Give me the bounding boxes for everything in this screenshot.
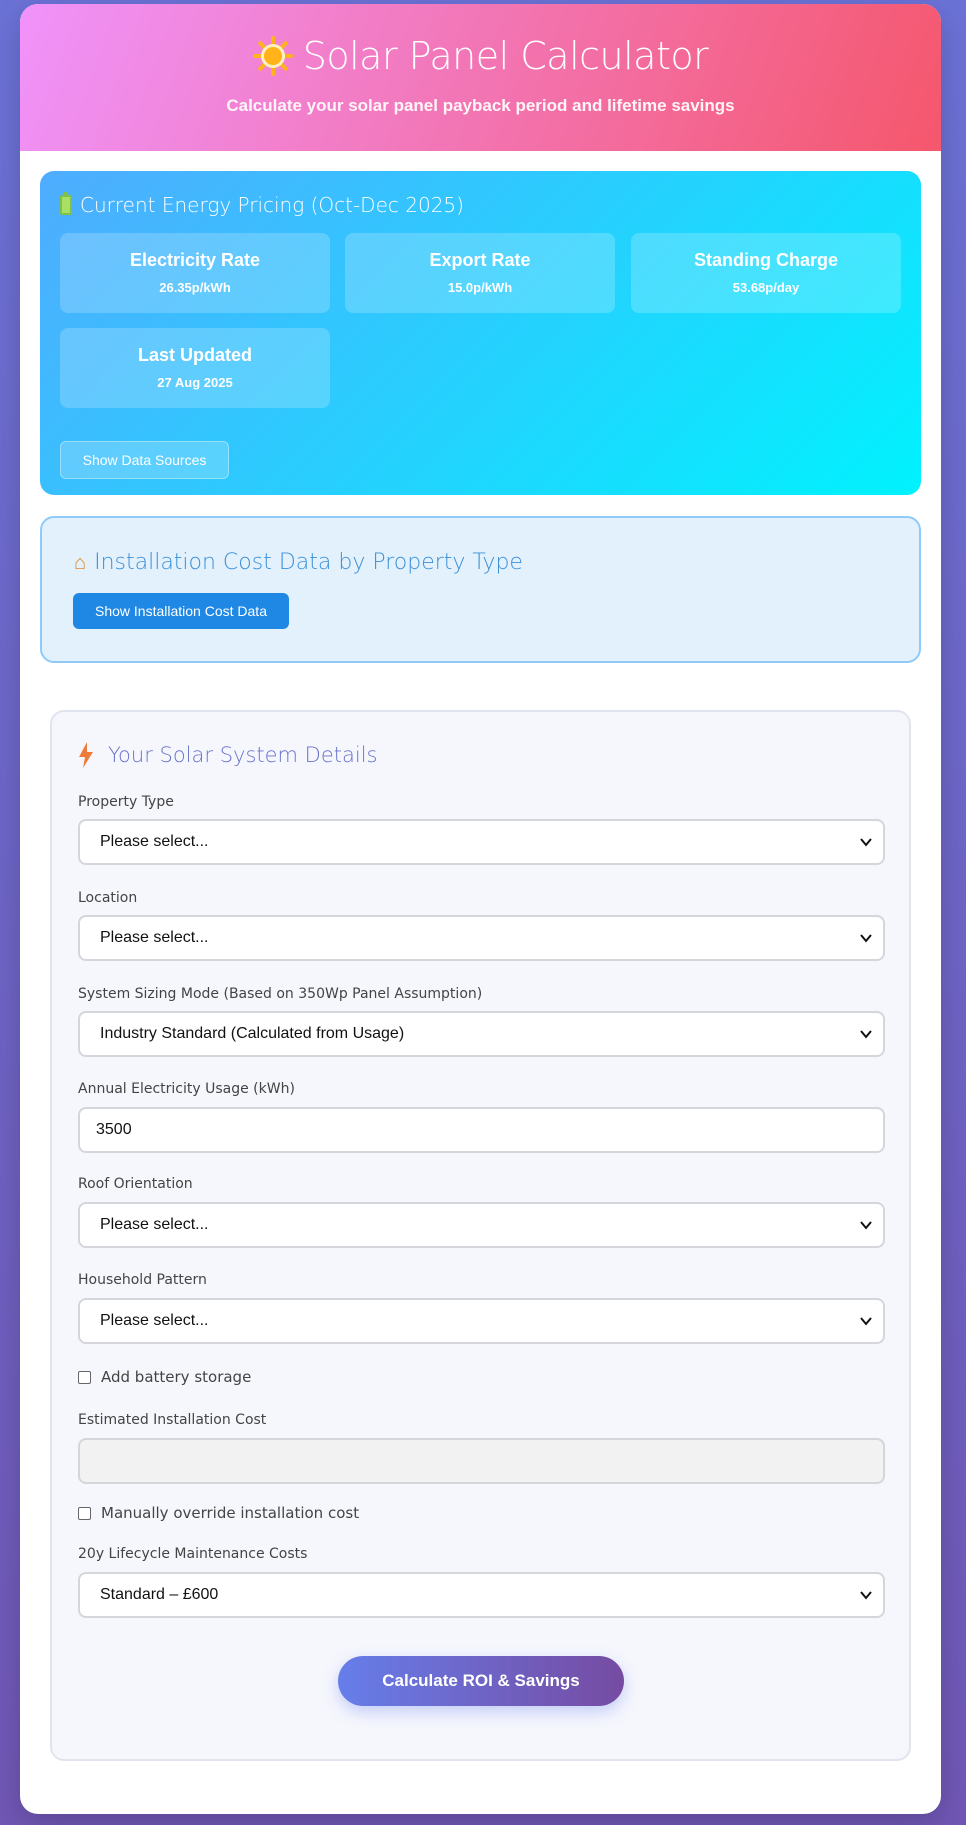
system-details-form: Your Solar System Details Property Type … bbox=[50, 710, 911, 1761]
chevron-down-icon bbox=[860, 934, 872, 943]
lightning-icon bbox=[79, 742, 93, 768]
house-icon: ⌂ bbox=[74, 550, 87, 574]
household-pattern-label: Household Pattern bbox=[78, 1272, 207, 1288]
roof-orientation-select[interactable]: Please select... bbox=[78, 1202, 885, 1248]
price-card-label: Standing Charge bbox=[693, 250, 838, 270]
sun-icon bbox=[252, 36, 293, 76]
maintenance-value: Standard – £600 bbox=[100, 1586, 219, 1603]
price-card-value: 53.68p/day bbox=[732, 280, 800, 295]
property-type-value: Please select... bbox=[100, 833, 209, 850]
price-card-label: Export Rate bbox=[429, 250, 531, 270]
price-card-value: 27 Aug 2025 bbox=[157, 375, 233, 390]
form-title: Your Solar System Details bbox=[108, 743, 378, 767]
page-title: Solar Panel Calculator bbox=[302, 34, 709, 78]
price-card-label: Electricity Rate bbox=[129, 250, 261, 270]
price-card-label: Last Updated bbox=[137, 345, 252, 365]
maintenance-label: 20y Lifecycle Maintenance Costs bbox=[78, 1546, 308, 1562]
chevron-down-icon bbox=[860, 838, 872, 847]
chevron-down-icon bbox=[860, 1030, 872, 1039]
chevron-down-icon bbox=[860, 1317, 872, 1326]
chevron-down-icon bbox=[860, 1591, 872, 1600]
battery-storage-label: Add battery storage bbox=[101, 1368, 252, 1386]
show-data-sources-button[interactable]: Show Data Sources bbox=[60, 441, 229, 479]
override-cost-row[interactable]: Manually override installation cost bbox=[78, 1504, 359, 1522]
price-card-value: 26.35p/kWh bbox=[159, 280, 231, 295]
property-type-label: Property Type bbox=[78, 794, 174, 810]
annual-usage-value: 3500 bbox=[96, 1121, 132, 1138]
property-type-select[interactable]: Please select... bbox=[78, 819, 885, 865]
location-select[interactable]: Please select... bbox=[78, 915, 885, 961]
price-card-updated: Last Updated 27 Aug 2025 bbox=[60, 328, 330, 408]
override-cost-label: Manually override installation cost bbox=[101, 1504, 360, 1522]
calculate-roi-button[interactable]: Calculate ROI & Savings bbox=[338, 1656, 624, 1706]
roof-orientation-label: Roof Orientation bbox=[78, 1176, 193, 1192]
pricing-title: Current Energy Pricing (Oct-Dec 2025) bbox=[80, 193, 464, 217]
battery-storage-row[interactable]: Add battery storage bbox=[78, 1368, 251, 1386]
household-pattern-value: Please select... bbox=[100, 1312, 209, 1329]
roof-orientation-value: Please select... bbox=[100, 1216, 209, 1233]
maintenance-select[interactable]: Standard – £600 bbox=[78, 1572, 885, 1618]
location-value: Please select... bbox=[100, 929, 209, 946]
price-card-value: 15.0p/kWh bbox=[447, 280, 513, 295]
installation-cost-panel: ⌂ Installation Cost Data by Property Typ… bbox=[40, 516, 921, 663]
estimated-cost-input bbox=[78, 1438, 885, 1484]
override-cost-checkbox[interactable] bbox=[78, 1506, 91, 1520]
estimated-cost-label: Estimated Installation Cost bbox=[78, 1412, 267, 1428]
household-pattern-select[interactable]: Please select... bbox=[78, 1298, 885, 1344]
battery-storage-checkbox[interactable] bbox=[78, 1370, 91, 1384]
sizing-mode-select[interactable]: Industry Standard (Calculated from Usage… bbox=[78, 1011, 885, 1057]
battery-icon bbox=[60, 192, 72, 215]
annual-usage-label: Annual Electricity Usage (kWh) bbox=[78, 1081, 295, 1097]
installation-title: Installation Cost Data by Property Type bbox=[94, 550, 523, 575]
price-card-standing: Standing Charge 53.68p/day bbox=[631, 233, 901, 313]
location-label: Location bbox=[78, 890, 138, 906]
price-card-electricity: Electricity Rate 26.35p/kWh bbox=[60, 233, 330, 313]
annual-usage-input[interactable]: 3500 bbox=[78, 1107, 885, 1153]
show-installation-cost-button[interactable]: Show Installation Cost Data bbox=[73, 593, 289, 629]
sizing-mode-label: System Sizing Mode (Based on 350Wp Panel… bbox=[78, 986, 483, 1002]
energy-pricing-panel: Current Energy Pricing (Oct-Dec 2025) El… bbox=[40, 171, 921, 495]
price-card-export: Export Rate 15.0p/kWh bbox=[345, 233, 615, 313]
chevron-down-icon bbox=[860, 1221, 872, 1230]
header: Solar Panel Calculator Calculate your so… bbox=[20, 4, 941, 151]
page-subtitle: Calculate your solar panel payback perio… bbox=[226, 96, 735, 115]
sizing-mode-value: Industry Standard (Calculated from Usage… bbox=[100, 1025, 405, 1042]
